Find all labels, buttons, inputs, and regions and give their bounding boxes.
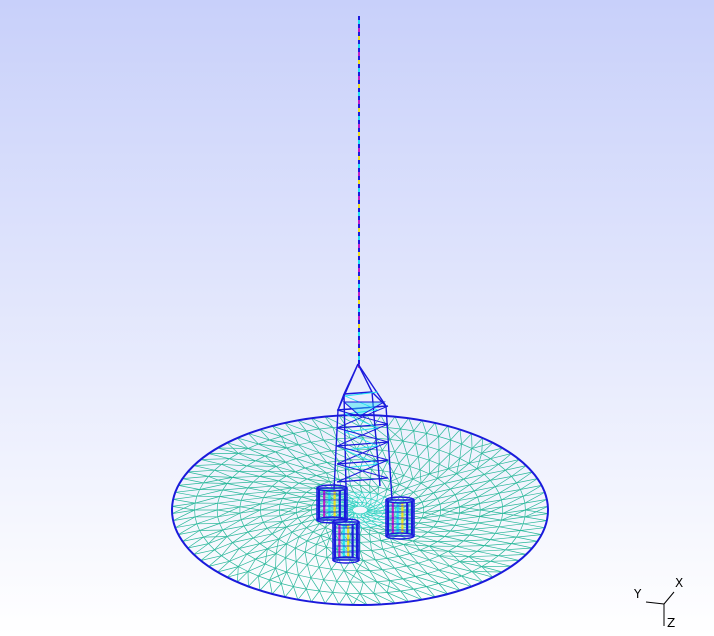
axis-triad: X Y Z xyxy=(633,576,683,630)
support-column-right xyxy=(385,496,415,540)
axis-x-label: X xyxy=(675,576,683,590)
axis-x-line xyxy=(663,591,675,605)
mesh-edge xyxy=(199,489,223,491)
mesh-edge xyxy=(359,550,372,552)
3d-viewport[interactable]: X Y Z xyxy=(0,0,714,636)
mesh-edge xyxy=(246,465,277,467)
support-column-left xyxy=(316,484,348,524)
mesh-edge xyxy=(524,503,526,511)
mesh-edge xyxy=(359,533,370,536)
column-body xyxy=(316,487,348,521)
mesh-edge xyxy=(524,509,526,517)
axis-z-label: Z xyxy=(667,616,675,630)
mesh-edge xyxy=(194,509,196,517)
mesh-scene[interactable] xyxy=(0,0,714,636)
mesh-edge xyxy=(363,581,377,583)
mesh-edge xyxy=(359,484,370,487)
mesh-edge xyxy=(343,569,357,572)
mesh-edge xyxy=(194,503,196,511)
mesh-edge xyxy=(326,547,328,558)
axis-y-label: Y xyxy=(633,587,642,601)
support-column-front xyxy=(332,518,360,564)
mesh-edge xyxy=(199,529,223,531)
mesh-edge xyxy=(350,484,361,487)
axis-y-line xyxy=(645,601,665,605)
mesh-edge xyxy=(363,559,376,561)
